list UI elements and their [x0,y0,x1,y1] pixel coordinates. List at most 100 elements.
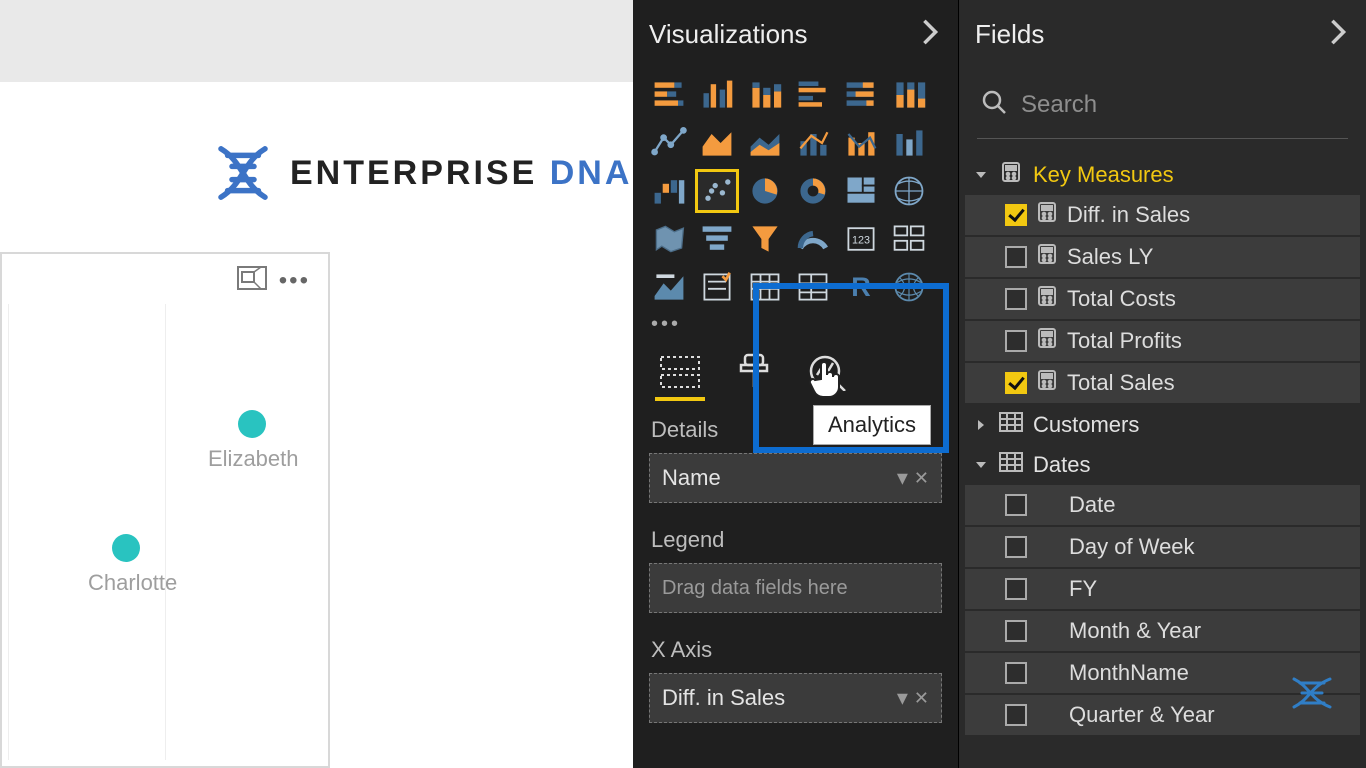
viz-line-icon[interactable] [649,123,689,163]
more-options-icon[interactable]: ••• [279,276,310,286]
viz-ribbon-icon[interactable] [889,123,929,163]
fields-tab[interactable] [655,347,705,397]
viz-card-icon[interactable]: 123 [841,219,881,259]
remove-field-icon[interactable]: ✕ [914,468,929,489]
viz-table-icon[interactable] [745,267,785,307]
field-checkbox[interactable] [1005,578,1027,600]
calculator-icon [1037,244,1057,270]
visualizations-title: Visualizations [649,19,808,50]
field-checkbox[interactable] [1005,620,1027,642]
viz-kpi-icon[interactable] [649,267,689,307]
viz-filled-map-icon[interactable] [649,219,689,259]
xaxis-well[interactable]: Diff. in Sales ▾ ✕ [649,673,942,723]
field-label: FY [1069,576,1097,602]
viz-multi-card-icon[interactable] [889,219,929,259]
viz-slicer-icon[interactable] [697,267,737,307]
viz-gauge-icon[interactable] [793,219,833,259]
viz-funnel-alt-icon[interactable] [697,219,737,259]
field-date[interactable]: Date [965,485,1360,525]
viz-area-icon[interactable] [697,123,737,163]
chevron-down-icon[interactable]: ▾ [897,465,908,491]
field-checkbox[interactable] [1005,330,1027,352]
chevron-down-icon[interactable]: ▾ [897,685,908,711]
details-well[interactable]: Name ▾ ✕ [649,453,942,503]
viz-100-stacked-bar-icon[interactable] [841,75,881,115]
field-fy[interactable]: FY [965,569,1360,609]
field-month-year[interactable]: Month & Year [965,611,1360,651]
svg-text:123: 123 [852,235,870,247]
field-total-sales[interactable]: Total Sales [965,363,1360,403]
visualizations-pane: Visualizations 123R••• Analytics Details [633,0,959,768]
field-checkbox[interactable] [1005,494,1027,516]
field-total-costs[interactable]: Total Costs [965,279,1360,319]
scatter-visual[interactable]: ••• Elizabeth Charlotte [0,252,330,768]
viz-line-column2-icon[interactable] [841,123,881,163]
viz-waterfall-icon[interactable] [649,171,689,211]
field-checkbox[interactable] [1005,704,1027,726]
chevron-down-icon[interactable] [973,168,989,182]
viz-stacked-bar-icon[interactable] [649,75,689,115]
calculator-icon [1037,202,1057,228]
viz-r-visual-icon[interactable]: R [841,267,881,307]
fields-search[interactable] [977,81,1348,139]
data-point-charlotte[interactable] [112,534,140,562]
data-point-elizabeth[interactable] [238,410,266,438]
viz-donut-icon[interactable] [793,171,833,211]
well-field: Name [662,465,721,491]
viz-matrix-icon[interactable] [793,267,833,307]
dna-helix-icon [210,140,276,206]
chevron-right-icon[interactable] [973,418,989,432]
field-day-of-week[interactable]: Day of Week [965,527,1360,567]
table-key-measures[interactable]: Key Measures [965,155,1360,195]
calculator-icon [1037,328,1057,354]
focus-mode-icon[interactable] [237,266,267,295]
field-checkbox[interactable] [1005,288,1027,310]
field-sales-ly[interactable]: Sales LY [965,237,1360,277]
fields-title: Fields [975,19,1044,50]
format-tab[interactable] [729,347,779,397]
field-label: Total Profits [1067,328,1182,354]
logo-text-b: DNA [550,154,633,192]
legend-label: Legend [633,507,958,563]
viz-pie-icon[interactable] [745,171,785,211]
table-customers[interactable]: Customers [965,405,1360,445]
field-total-profits[interactable]: Total Profits [965,321,1360,361]
logo-text-a: ENTERPRISE [290,154,537,192]
fields-pane: Fields Key Measures Diff. in Sales Sales L… [959,0,1366,768]
viz-scatter-icon[interactable] [697,171,737,211]
viz-arc-gis-icon[interactable] [889,267,929,307]
field-label: MonthName [1069,660,1189,686]
well-placeholder: Drag data fields here [662,577,848,600]
legend-well[interactable]: Drag data fields here [649,563,942,613]
viz-line-column-icon[interactable] [793,123,833,163]
enterprise-dna-logo: ENTERPRISE DNA [210,140,632,206]
field-checkbox[interactable] [1005,536,1027,558]
data-label: Charlotte [88,570,177,596]
viz-clustered-column-icon[interactable] [697,75,737,115]
search-input[interactable] [1021,91,1344,119]
viz-treemap-icon[interactable] [841,171,881,211]
field-checkbox[interactable] [1005,204,1027,226]
viz-stacked-column-icon[interactable] [745,75,785,115]
remove-field-icon[interactable]: ✕ [914,688,929,709]
field-label: Day of Week [1069,534,1195,560]
viz-stacked-area-icon[interactable] [745,123,785,163]
table-dates[interactable]: Dates [965,445,1360,485]
field-diff-in-sales[interactable]: Diff. in Sales [965,195,1360,235]
analytics-tab[interactable] [803,347,853,397]
field-label: Diff. in Sales [1067,202,1190,228]
more-visuals-icon[interactable]: ••• [649,315,929,329]
field-label: Total Sales [1067,370,1175,396]
field-checkbox[interactable] [1005,246,1027,268]
chevron-down-icon[interactable] [973,458,989,472]
viz-funnel-icon[interactable] [745,219,785,259]
field-checkbox[interactable] [1005,662,1027,684]
viz-100-stacked-column-icon[interactable] [889,75,929,115]
viz-clustered-bar-icon[interactable] [793,75,833,115]
viz-map-icon[interactable] [889,171,929,211]
field-label: Date [1069,492,1115,518]
collapse-icon[interactable] [920,18,940,51]
report-canvas[interactable]: ENTERPRISE DNA ••• Elizabeth Charlotte [0,0,633,768]
field-checkbox[interactable] [1005,372,1027,394]
collapse-icon[interactable] [1328,18,1348,51]
